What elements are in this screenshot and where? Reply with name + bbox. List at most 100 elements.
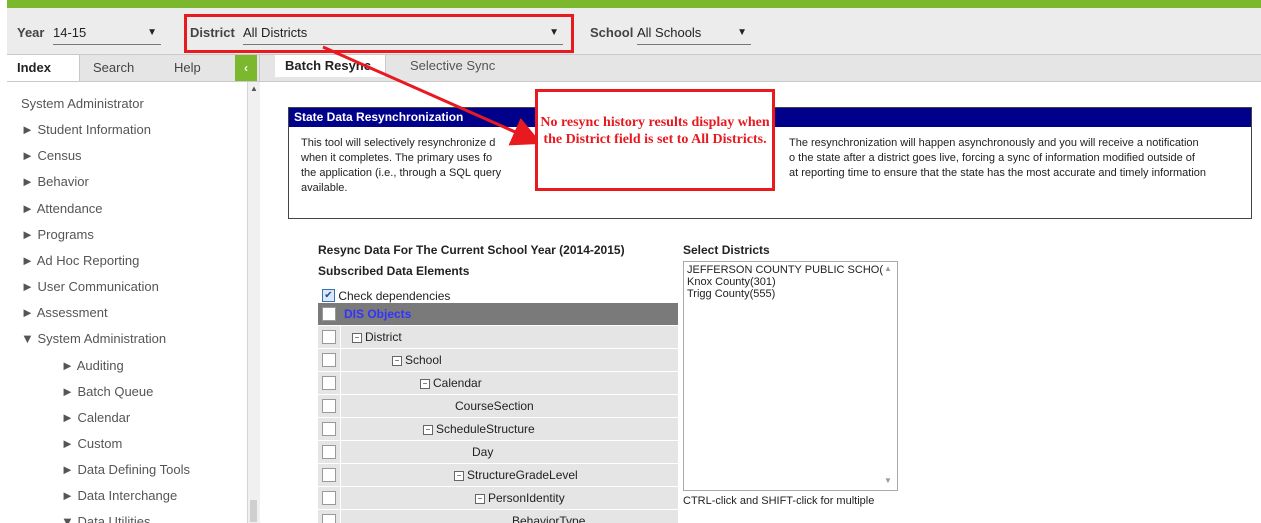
desc-line2-end: o the state after a district goes live, … — [789, 152, 1195, 164]
data-elements-tree: DIS Objects − District − School − Calendar — [318, 303, 678, 523]
collapse-icon[interactable]: − — [352, 332, 362, 343]
tree-checkbox[interactable] — [322, 491, 336, 505]
tree-label[interactable]: − School — [392, 353, 442, 367]
tab-selective-sync[interactable]: Selective Sync — [410, 55, 495, 77]
tree-checkbox[interactable] — [322, 376, 336, 390]
school-select[interactable]: All Schools ▼ — [637, 22, 751, 45]
tree-checkbox[interactable] — [322, 307, 336, 321]
desc-line4: available. — [301, 182, 348, 194]
collapse-icon[interactable]: − — [420, 378, 430, 389]
sidebar-item-user-communication[interactable]: ► User Communication — [21, 279, 159, 294]
brand-bar — [7, 0, 1261, 8]
tree-row: − Calendar — [318, 372, 678, 395]
tree-row: − ScheduleStructure — [318, 418, 678, 441]
list-item[interactable]: JEFFERSON COUNTY PUBLIC SCHO( — [687, 264, 883, 276]
sidebar-item-ad-hoc-reporting[interactable]: ► Ad Hoc Reporting — [21, 253, 139, 268]
sidebar-item-custom[interactable]: ► Custom — [61, 436, 122, 451]
scroll-thumb[interactable] — [250, 500, 257, 522]
sidebar: Index Search Help ‹ System Administrator… — [7, 55, 260, 523]
tree-label[interactable]: − StructureGradeLevel — [454, 468, 578, 482]
desc-line1-end: The resynchronization will happen asynch… — [789, 137, 1199, 149]
scroll-up-icon[interactable]: ▲ — [250, 84, 258, 93]
check-dependencies-row: ✔ Check dependencies — [322, 288, 450, 303]
tree-checkbox[interactable] — [322, 514, 336, 523]
sidebar-item-calendar[interactable]: ► Calendar — [61, 410, 130, 425]
annotation-callout: No resync history results display when t… — [535, 89, 775, 191]
year-value: 14-15 — [53, 25, 87, 40]
tree-label-text: PersonIdentity — [488, 491, 565, 505]
select-districts-heading: Select Districts — [683, 243, 770, 257]
sidebar-item-census[interactable]: ► Census — [21, 148, 82, 163]
year-select[interactable]: 14-15 ▼ — [53, 22, 161, 45]
tree-checkbox[interactable] — [322, 399, 336, 413]
tree-checkbox[interactable] — [322, 422, 336, 436]
tree-checkbox[interactable] — [322, 468, 336, 482]
district-multiselect[interactable]: JEFFERSON COUNTY PUBLIC SCHO( Knox Count… — [683, 261, 898, 491]
scroll-up-icon[interactable]: ▲ — [884, 264, 892, 273]
tree-row: − PersonIdentity — [318, 487, 678, 510]
tab-batch-resync[interactable]: Batch Resync — [275, 55, 386, 77]
sidebar-item-system-administration[interactable]: ▼ System Administration — [21, 331, 166, 346]
district-highlight-box — [184, 14, 574, 53]
tree-label: BehaviorType — [512, 514, 586, 523]
tree-checkbox[interactable] — [322, 330, 336, 344]
multi-select-hint: CTRL-click and SHIFT-click for multiple — [683, 495, 875, 507]
school-label: School — [590, 25, 634, 40]
sidebar-item-data-utilities[interactable]: ▼ Data Utilities — [61, 514, 150, 523]
sidebar-item-assessment[interactable]: ► Assessment — [21, 305, 108, 320]
chevron-down-icon: ▼ — [147, 27, 157, 38]
tab-index[interactable]: Index — [7, 55, 80, 81]
sidebar-item-student-information[interactable]: ► Student Information — [21, 122, 151, 137]
tree-label[interactable]: − PersonIdentity — [475, 491, 565, 505]
sidebar-item-attendance[interactable]: ► Attendance — [21, 201, 103, 216]
collapse-icon[interactable]: − — [454, 470, 464, 481]
resync-heading: Resync Data For The Current School Year … — [318, 243, 625, 257]
tree-row: BehaviorType — [318, 510, 678, 523]
sidebar-item-system-administrator[interactable]: System Administrator — [21, 96, 144, 111]
sidebar-item-programs[interactable]: ► Programs — [21, 227, 94, 242]
tree-row: − School — [318, 349, 678, 372]
tree-row: − District — [318, 326, 678, 349]
sidebar-item-data-interchange[interactable]: ► Data Interchange — [61, 488, 177, 503]
sidebar-scrollbar[interactable]: ▲ — [247, 82, 260, 523]
tab-help[interactable]: Help — [174, 55, 201, 81]
tree-label-text: School — [405, 353, 442, 367]
tree-checkbox[interactable] — [322, 445, 336, 459]
tree-row: − StructureGradeLevel — [318, 464, 678, 487]
sidebar-item-auditing[interactable]: ► Auditing — [61, 358, 124, 373]
sidebar-item-behavior[interactable]: ► Behavior — [21, 174, 89, 189]
collapse-icon[interactable]: − — [392, 355, 402, 366]
scroll-down-icon[interactable]: ▼ — [884, 476, 892, 485]
check-dependencies-label: Check dependencies — [338, 288, 451, 303]
tree-label-text: ScheduleStructure — [436, 422, 535, 436]
sidebar-tabs: Index Search Help ‹ — [7, 55, 259, 82]
chevron-down-icon: ▼ — [737, 27, 747, 38]
list-item[interactable]: Trigg County(555) — [687, 288, 775, 300]
tree-label[interactable]: − Calendar — [420, 376, 482, 390]
tree-label: CourseSection — [455, 399, 534, 413]
tree-label: Day — [472, 445, 494, 459]
desc-line2-start: when it completes. The primary uses fo — [301, 152, 493, 164]
tree-label[interactable]: − ScheduleStructure — [423, 422, 535, 436]
year-label: Year — [17, 25, 45, 40]
sidebar-nav: System Administrator ► Student Informati… — [7, 82, 247, 523]
tab-search[interactable]: Search — [93, 55, 134, 81]
tree-label: DIS Objects — [344, 307, 412, 321]
check-dependencies-checkbox[interactable]: ✔ — [322, 289, 335, 303]
tree-label[interactable]: − District — [352, 330, 402, 344]
tree-label-text: Calendar — [433, 376, 482, 390]
collapse-icon[interactable]: − — [423, 424, 433, 435]
school-value: All Schools — [637, 25, 702, 40]
sidebar-item-data-defining-tools[interactable]: ► Data Defining Tools — [61, 462, 190, 477]
tree-label-text: District — [365, 330, 402, 344]
desc-line3-start: the application (i.e., through a SQL que… — [301, 167, 502, 179]
collapse-sidebar-button[interactable]: ‹ — [235, 55, 257, 81]
list-item[interactable]: Knox County(301) — [687, 276, 776, 288]
app-frame: Year 14-15 ▼ District All Districts ▼ Sc… — [7, 0, 1261, 523]
sidebar-item-batch-queue[interactable]: ► Batch Queue — [61, 384, 153, 399]
desc-line3-end: at reporting time to ensure that the sta… — [789, 167, 1206, 179]
subscribed-heading: Subscribed Data Elements — [318, 264, 470, 278]
main-tabs: Batch Resync Selective Sync — [260, 55, 1261, 82]
collapse-icon[interactable]: − — [475, 493, 485, 504]
tree-checkbox[interactable] — [322, 353, 336, 367]
